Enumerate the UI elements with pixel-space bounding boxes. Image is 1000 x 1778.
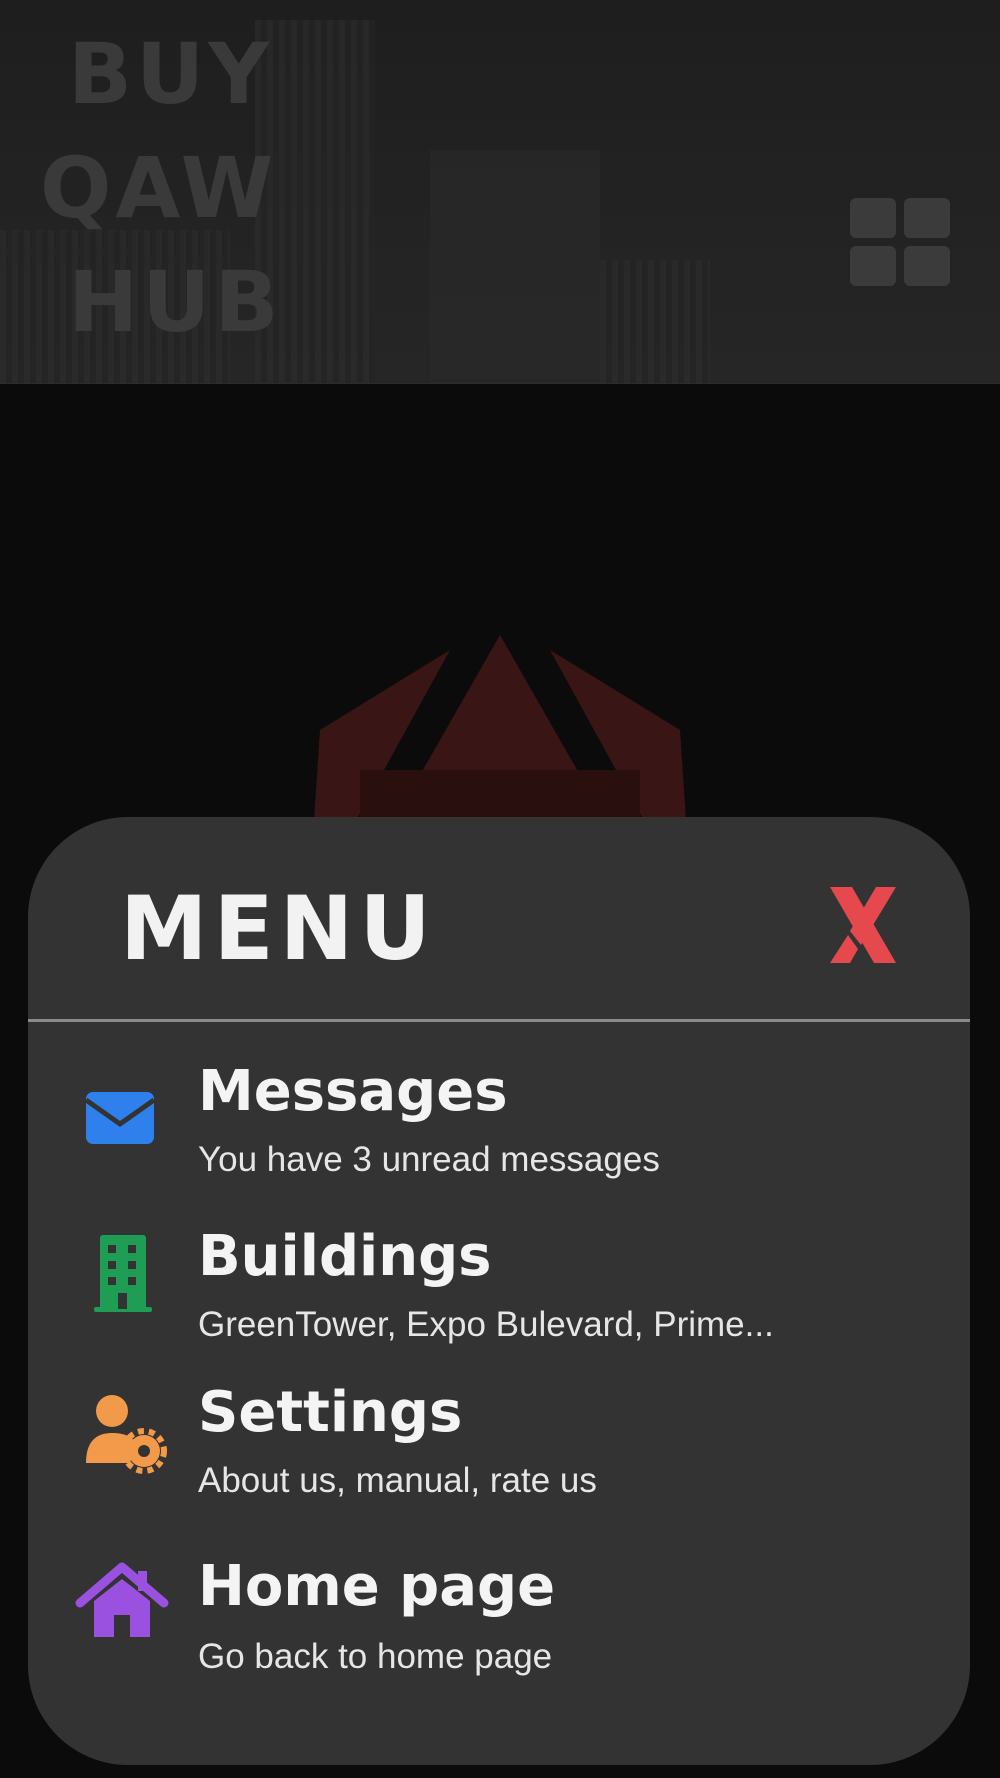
house-icon <box>75 1562 169 1637</box>
menu-item-title: Buildings <box>198 1224 492 1289</box>
menu-item-subtitle: GreenTower, Expo Bulevard, Prime... <box>198 1305 774 1344</box>
menu-divider <box>28 1019 970 1022</box>
menu-item-title: Messages <box>198 1059 508 1124</box>
brand-logo: BUY QAW HUB <box>40 28 280 348</box>
menu-panel: MENU Messages You have 3 unread messages <box>28 817 970 1765</box>
menu-item-buildings[interactable]: Buildings GreenTower, Expo Bulevard, Pri… <box>28 1217 970 1367</box>
menu-item-settings[interactable]: Settings About us, manual, rate us <box>28 1373 970 1523</box>
background-building <box>600 260 710 383</box>
menu-item-home-page[interactable]: Home page Go back to home page <box>28 1549 970 1699</box>
header: BUY QAW HUB <box>0 0 1000 384</box>
logo-line: QAW <box>40 139 278 237</box>
menu-item-subtitle: You have 3 unread messages <box>198 1140 660 1179</box>
menu-item-subtitle: About us, manual, rate us <box>198 1461 597 1500</box>
logo-line: HUB <box>68 253 283 351</box>
grid-cell <box>904 246 950 286</box>
menu-item-messages[interactable]: Messages You have 3 unread messages <box>28 1052 970 1202</box>
building-icon <box>94 1235 152 1312</box>
grid-cell <box>904 198 950 238</box>
close-icon[interactable] <box>828 885 898 965</box>
user-gear-icon <box>86 1395 167 1474</box>
app-screen: BUY QAW HUB MENU Messages You have 3 unr… <box>0 0 1000 1778</box>
menu-item-title: Settings <box>198 1380 463 1445</box>
envelope-icon <box>84 1092 156 1144</box>
grid-menu-icon[interactable] <box>850 198 952 288</box>
background-building <box>430 150 600 383</box>
menu-item-subtitle: Go back to home page <box>198 1637 553 1676</box>
menu-item-title: Home page <box>198 1554 556 1619</box>
emblem-logo <box>314 635 686 820</box>
grid-cell <box>850 246 896 286</box>
logo-line: BUY <box>68 25 274 123</box>
menu-title: MENU <box>120 877 437 980</box>
grid-cell <box>850 198 896 238</box>
